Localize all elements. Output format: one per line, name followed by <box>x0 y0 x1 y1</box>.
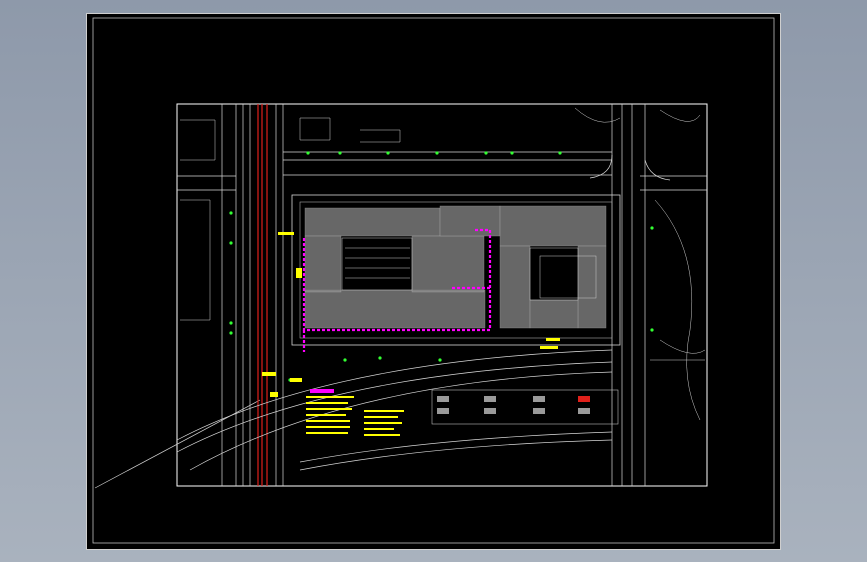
legend-magenta-swatch <box>310 389 334 393</box>
legend-table <box>306 396 404 436</box>
building-blocks <box>304 205 607 329</box>
symbol-legend-box <box>431 389 619 425</box>
cad-viewport[interactable] <box>0 0 867 562</box>
site-plan-drawing[interactable] <box>0 0 867 562</box>
north-road <box>177 151 707 191</box>
west-road <box>221 104 284 486</box>
symbol-legend-items <box>437 396 590 414</box>
legend-red-swatch <box>578 396 590 402</box>
west-road-red-line <box>257 104 268 486</box>
